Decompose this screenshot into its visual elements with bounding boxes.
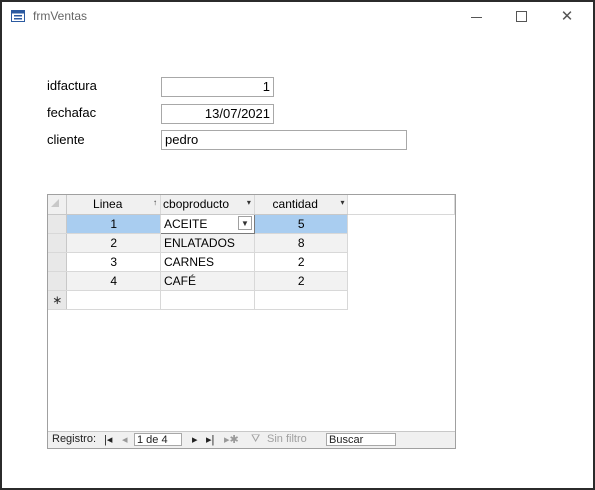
column-header-label: Linea bbox=[93, 197, 123, 211]
cantidad-cell[interactable]: 8 bbox=[254, 233, 349, 253]
chevron-down-icon[interactable]: ▾ bbox=[247, 198, 251, 207]
idfactura-field[interactable]: 1 bbox=[161, 77, 274, 97]
record-selector[interactable] bbox=[48, 271, 68, 291]
record-label: Registro: bbox=[52, 433, 97, 445]
record-selector[interactable] bbox=[48, 233, 68, 253]
new-record-icon: ∗ bbox=[48, 290, 68, 310]
producto-value: ACEITE bbox=[164, 216, 208, 231]
producto-combo[interactable]: ACEITE ▼ bbox=[160, 213, 255, 234]
chevron-down-icon[interactable]: ▾ bbox=[340, 198, 344, 207]
select-all-icon bbox=[51, 199, 59, 207]
table-row[interactable]: 2 ENLATADOS 8 bbox=[48, 233, 455, 253]
linea-cell[interactable]: 4 bbox=[66, 271, 162, 291]
detalle-datasheet: Linea ↑ cboproducto ▾ cantidad ▾ 1 ACEIT… bbox=[48, 195, 455, 310]
search-input[interactable]: Buscar bbox=[326, 433, 396, 446]
record-selector[interactable] bbox=[48, 252, 68, 272]
last-record-icon[interactable]: ▸| bbox=[206, 433, 214, 446]
cantidad-cell[interactable]: 2 bbox=[254, 252, 349, 272]
first-record-icon[interactable]: |◂ bbox=[104, 433, 112, 446]
detalle-subform: Linea ↑ cboproducto ▾ cantidad ▾ 1 ACEIT… bbox=[47, 194, 456, 449]
select-all-corner[interactable] bbox=[48, 195, 68, 215]
column-header-label: cboproducto bbox=[163, 197, 230, 211]
cantidad-cell[interactable]: 5 bbox=[254, 214, 349, 234]
close-button[interactable]: ✕ bbox=[547, 5, 587, 29]
new-record-nav-icon[interactable]: ▸✱ bbox=[224, 433, 239, 446]
linea-cell[interactable]: 1 bbox=[66, 214, 162, 234]
table-row[interactable]: 4 CAFÉ 2 bbox=[48, 271, 455, 291]
column-header-cboproducto[interactable]: cboproducto ▾ bbox=[160, 195, 255, 215]
linea-cell[interactable]: 2 bbox=[66, 233, 162, 253]
form-icon bbox=[11, 10, 25, 22]
current-record-field[interactable]: 1 de 4 bbox=[134, 433, 182, 446]
record-selector[interactable] bbox=[48, 214, 68, 234]
minimize-button[interactable] bbox=[457, 5, 497, 29]
filter-status[interactable]: Sin filtro bbox=[267, 433, 307, 445]
empty-header bbox=[347, 195, 455, 215]
table-row[interactable]: 1 ACEITE ▼ 5 bbox=[48, 213, 455, 234]
cantidad-cell[interactable]: 2 bbox=[254, 271, 349, 291]
table-row[interactable]: 3 CARNES 2 bbox=[48, 252, 455, 272]
close-icon: ✕ bbox=[560, 8, 574, 25]
cliente-field[interactable]: pedro bbox=[161, 130, 407, 150]
producto-cell[interactable]: CAFÉ bbox=[160, 271, 255, 291]
new-record-row[interactable]: ∗ bbox=[48, 290, 455, 310]
producto-cell[interactable]: ENLATADOS bbox=[160, 233, 255, 253]
column-header-linea[interactable]: Linea ↑ bbox=[66, 195, 162, 215]
cliente-label: cliente bbox=[47, 132, 85, 147]
fechafac-label: fechafac bbox=[47, 105, 97, 120]
linea-cell[interactable]: 3 bbox=[66, 252, 162, 272]
sort-ascending-icon[interactable]: ↑ bbox=[153, 198, 157, 207]
form-window: frmVentas ✕ idfactura 1 fechafac 13/07/2… bbox=[0, 0, 595, 490]
title-bar[interactable]: frmVentas ✕ bbox=[2, 2, 593, 32]
column-header-cantidad[interactable]: cantidad ▾ bbox=[254, 195, 349, 215]
dropdown-icon[interactable]: ▼ bbox=[237, 215, 252, 230]
next-record-icon[interactable]: ▸ bbox=[192, 433, 198, 446]
minimize-icon bbox=[471, 17, 482, 18]
fechafac-field[interactable]: 13/07/2021 bbox=[161, 104, 274, 124]
idfactura-label: idfactura bbox=[47, 78, 97, 93]
previous-record-icon[interactable]: ◂ bbox=[122, 433, 128, 446]
maximize-icon bbox=[516, 11, 527, 22]
producto-cell[interactable]: CARNES bbox=[160, 252, 255, 272]
maximize-button[interactable] bbox=[502, 5, 542, 29]
record-navigation-bar: Registro: |◂ ◂ 1 de 4 ▸ ▸| ▸✱ ⛛ Sin filt… bbox=[48, 431, 455, 448]
filter-icon[interactable]: ⛛ bbox=[251, 433, 260, 446]
column-header-label: cantidad bbox=[272, 197, 318, 211]
window-title: frmVentas bbox=[33, 9, 88, 23]
